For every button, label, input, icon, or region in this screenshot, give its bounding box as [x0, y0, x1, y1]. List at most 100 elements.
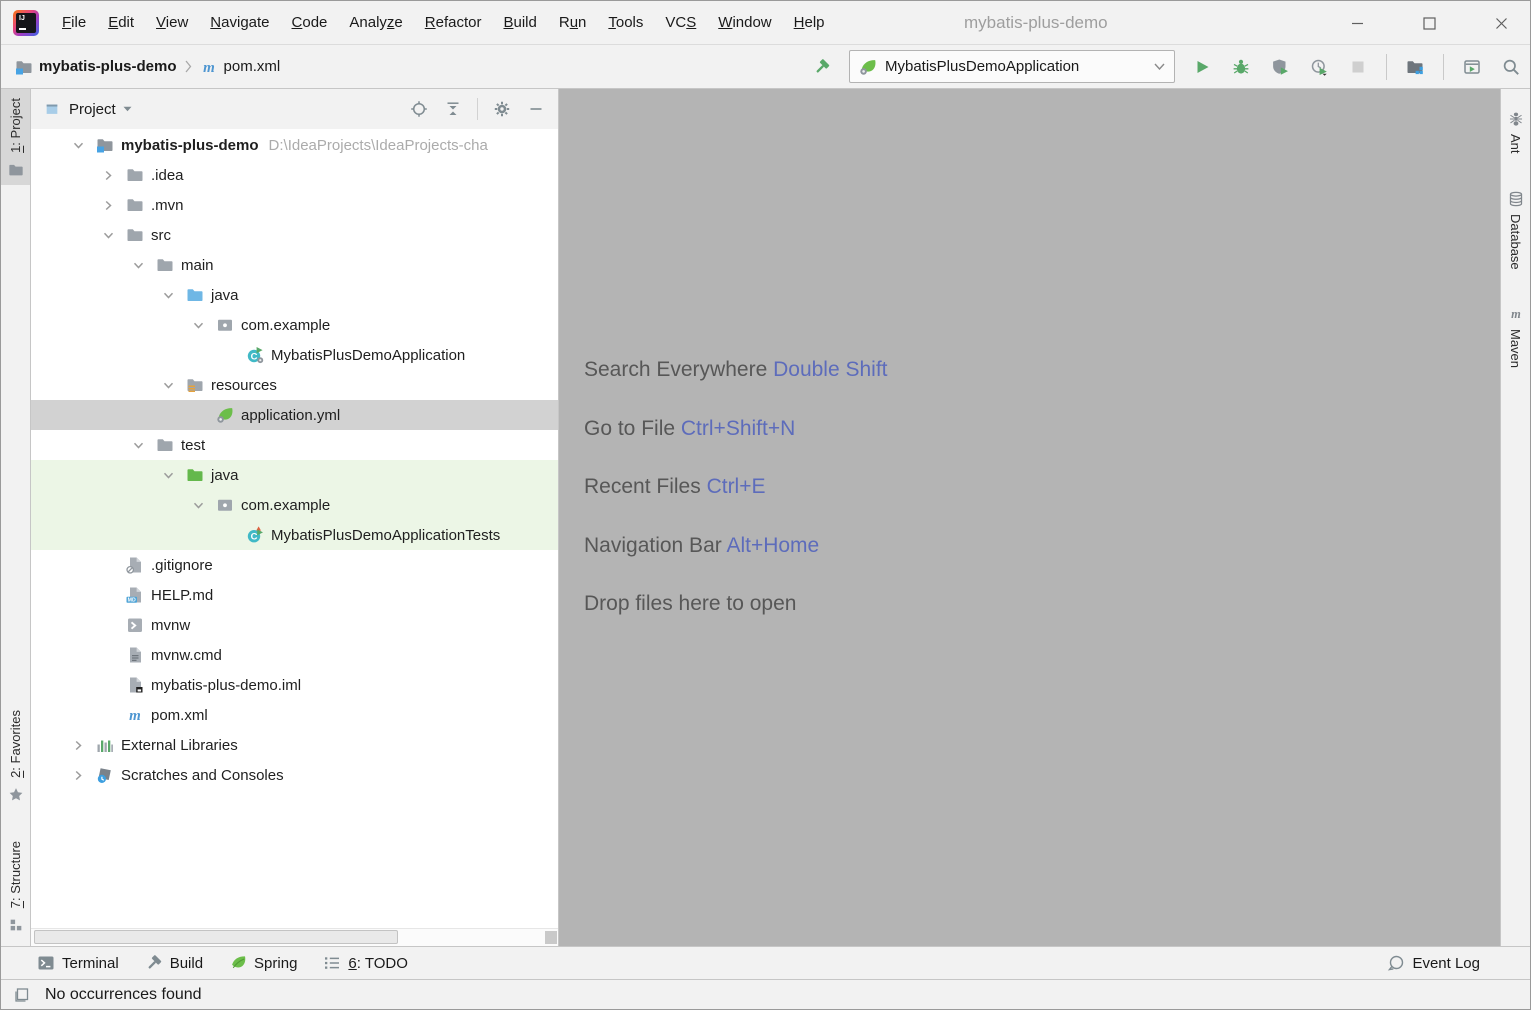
svg-text:m: m	[203, 60, 215, 76]
project-view-title[interactable]: Project	[69, 101, 116, 118]
debug-button[interactable]	[1230, 56, 1252, 78]
stop-button[interactable]	[1347, 56, 1369, 78]
profile-button[interactable]	[1308, 56, 1330, 78]
tree-item-label: MybatisPlusDemoApplication	[267, 347, 465, 364]
tree-row-scratches-and-consoles[interactable]: Scratches and Consoles	[31, 760, 558, 790]
tree-row-java[interactable]: java	[31, 460, 558, 490]
menu-item-help[interactable]: Help	[783, 1, 836, 45]
build-project-button[interactable]	[811, 56, 833, 78]
tree-row-mvnw-cmd[interactable]: mvnw.cmd	[31, 640, 558, 670]
tree-row-mybatisplusdemoapplicationtests[interactable]: CMybatisPlusDemoApplicationTests	[31, 520, 558, 550]
tree-row-java[interactable]: java	[31, 280, 558, 310]
tool-button-ant[interactable]: Ant	[1508, 102, 1524, 154]
menu-item-build[interactable]: Build	[492, 1, 547, 45]
tree-row-mybatis-plus-demo-iml[interactable]: mybatis-plus-demo.iml	[31, 670, 558, 700]
class-test-icon: C	[243, 526, 267, 544]
tool-button-2-favorites[interactable]: 2: Favorites	[1, 701, 30, 810]
menu-item-analyze[interactable]: Analyze	[338, 1, 413, 45]
tree-row-idea[interactable]: .idea	[31, 160, 558, 190]
tree-row-pom-xml[interactable]: mpom.xml	[31, 700, 558, 730]
breadcrumb-item-mybatis-plus-demo[interactable]: mybatis-plus-demo	[15, 58, 177, 76]
menu-item-run[interactable]: Run	[548, 1, 598, 45]
menu-item-edit[interactable]: Edit	[97, 1, 145, 45]
menu-item-file[interactable]: File	[51, 1, 97, 45]
tree-row-test[interactable]: test	[31, 430, 558, 460]
tool-button-label: 2: Favorites	[8, 710, 23, 778]
chevron-right-icon[interactable]	[93, 170, 123, 181]
menu-item-vcs[interactable]: VCS	[654, 1, 707, 45]
menu-item-code[interactable]: Code	[281, 1, 339, 45]
collapse-all-button[interactable]	[443, 99, 463, 119]
shortcut-keys: Ctrl+E	[707, 475, 766, 498]
hide-button[interactable]	[526, 99, 546, 119]
tree-row-mvn[interactable]: .mvn	[31, 190, 558, 220]
tree-item-label: com.example	[237, 317, 330, 334]
settings-button[interactable]	[492, 99, 512, 119]
close-button[interactable]	[1478, 1, 1524, 45]
chevron-right-icon[interactable]	[93, 200, 123, 211]
run-config-combo[interactable]: MybatisPlusDemoApplication	[849, 50, 1175, 83]
tool-button-terminal[interactable]: Terminal	[37, 954, 119, 972]
shortcut-keys: Ctrl+Shift+N	[681, 417, 795, 440]
chevron-right-icon[interactable]	[63, 770, 93, 781]
toolwindow-toggle-icon[interactable]	[13, 986, 31, 1004]
menu-item-navigate[interactable]: Navigate	[199, 1, 280, 45]
chevron-down-icon[interactable]	[153, 470, 183, 481]
tool-button-7-structure[interactable]: 7: Structure	[1, 832, 30, 940]
tree-row-help-md[interactable]: MDHELP.md	[31, 580, 558, 610]
project-structure-button[interactable]	[1404, 56, 1426, 78]
run-with-coverage-button[interactable]	[1269, 56, 1291, 78]
menu-item-refactor[interactable]: Refactor	[414, 1, 493, 45]
svg-text:m: m	[1511, 307, 1521, 321]
chevron-down-icon[interactable]	[153, 380, 183, 391]
tool-button-spring[interactable]: Spring	[229, 954, 297, 972]
spring-file-icon	[213, 406, 237, 424]
maven-icon: m	[123, 706, 147, 724]
window-controls	[1308, 1, 1524, 45]
tree-item-label: MybatisPlusDemoApplicationTests	[267, 527, 500, 544]
chevron-right-icon[interactable]	[63, 740, 93, 751]
chevron-down-icon[interactable]	[123, 260, 153, 271]
tool-button-event-log[interactable]: Event Log	[1387, 954, 1480, 972]
tree-row-external-libraries[interactable]: External Libraries	[31, 730, 558, 760]
tool-button-maven[interactable]: mMaven	[1508, 297, 1524, 368]
tree-row-main[interactable]: main	[31, 250, 558, 280]
tree-row-src[interactable]: src	[31, 220, 558, 250]
tree-row-mybatis-plus-demo[interactable]: mybatis-plus-demoD:\IdeaProjects\IdeaPro…	[31, 130, 558, 160]
search-everywhere-button[interactable]	[1500, 56, 1522, 78]
tree-row-com-example[interactable]: com.example	[31, 490, 558, 520]
run-button[interactable]	[1191, 56, 1213, 78]
chevron-down-icon[interactable]	[63, 140, 93, 151]
tree-item-label: test	[177, 437, 205, 454]
menu-item-view[interactable]: View	[145, 1, 199, 45]
breadcrumb-item-pom-xml[interactable]: mpom.xml	[200, 58, 281, 76]
chevron-down-icon[interactable]	[183, 320, 213, 331]
chevron-down-icon[interactable]	[153, 290, 183, 301]
run-window-button[interactable]	[1461, 56, 1483, 78]
editor-area[interactable]: Search Everywhere Double ShiftGo to File…	[559, 89, 1500, 946]
tool-button-build[interactable]: Build	[145, 954, 203, 972]
chevron-down-icon[interactable]	[123, 106, 132, 112]
tree-row-resources[interactable]: resources	[31, 370, 558, 400]
chevron-down-icon[interactable]	[93, 230, 123, 241]
shortcut-hint: Recent Files Ctrl+E	[584, 458, 888, 517]
maximize-button[interactable]	[1406, 1, 1452, 45]
locate-file-button[interactable]	[409, 99, 429, 119]
tree-item-label: HELP.md	[147, 587, 213, 604]
tool-button-1-project[interactable]: 1: Project	[1, 89, 30, 185]
tree-row-application-yml[interactable]: application.yml	[31, 400, 558, 430]
menu-item-window[interactable]: Window	[707, 1, 782, 45]
tool-button-database[interactable]: Database	[1508, 182, 1524, 270]
tree-row-mvnw[interactable]: mvnw	[31, 610, 558, 640]
tool-button-6-todo[interactable]: 6: TODO	[323, 954, 407, 972]
chevron-down-icon[interactable]	[183, 500, 213, 511]
chevron-down-icon[interactable]	[123, 440, 153, 451]
tool-button-label: Database	[1508, 214, 1523, 270]
tree-row-com-example[interactable]: com.example	[31, 310, 558, 340]
minimize-button[interactable]	[1334, 1, 1380, 45]
tree-row-mybatisplusdemoapplication[interactable]: CMybatisPlusDemoApplication	[31, 340, 558, 370]
menu-item-tools[interactable]: Tools	[597, 1, 654, 45]
scrollbar-thumb[interactable]	[34, 930, 398, 944]
project-folder-icon	[93, 136, 117, 154]
tree-row-gitignore[interactable]: .gitignore	[31, 550, 558, 580]
